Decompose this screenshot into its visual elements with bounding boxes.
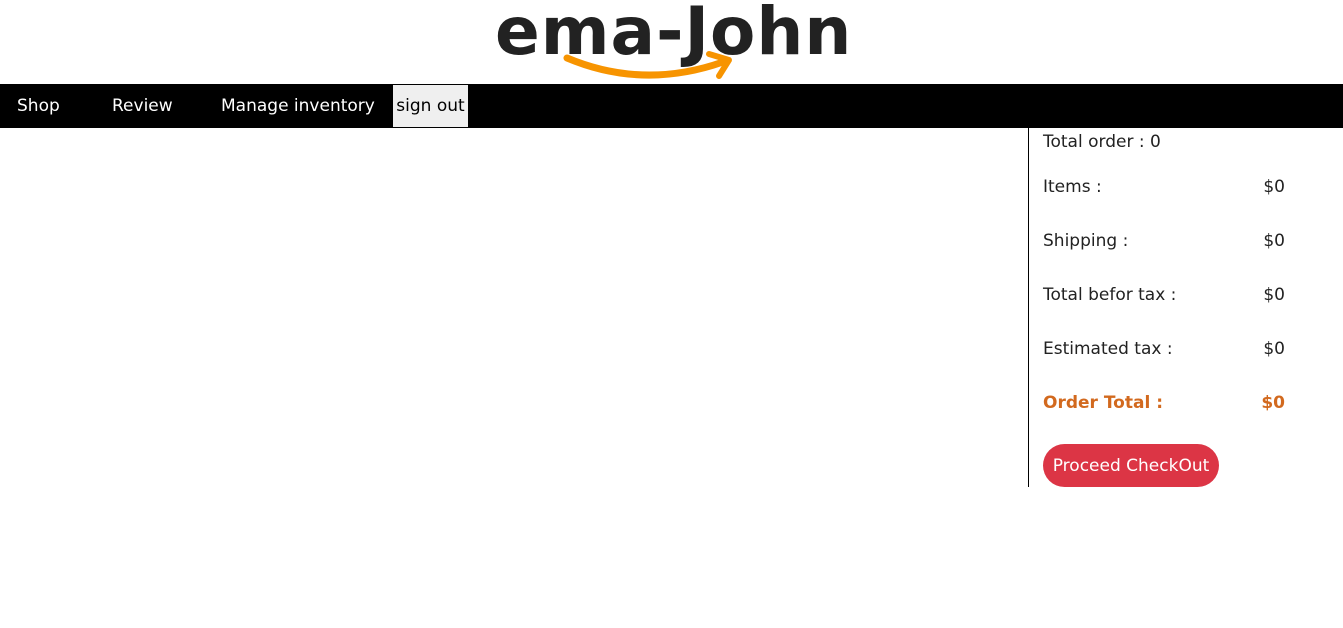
nav-shop-link[interactable]: Shop xyxy=(17,84,60,128)
cart-row-label: Estimated tax : xyxy=(1043,339,1173,359)
nav-review-link[interactable]: Review xyxy=(112,84,173,128)
cart-row-label: Items : xyxy=(1043,177,1102,197)
cart-row-label: Shipping : xyxy=(1043,231,1129,251)
proceed-checkout-button[interactable]: Proceed CheckOut xyxy=(1043,444,1219,487)
cart-row-value: $0 xyxy=(1263,177,1285,197)
cart-summary: Total order : 0 Items : $0 Shipping : $0… xyxy=(1028,128,1329,487)
amazon-smile-icon xyxy=(563,51,732,79)
total-order-count: Total order : 0 xyxy=(1043,132,1161,152)
nav-manage-inventory-link[interactable]: Manage inventory xyxy=(221,84,375,128)
cart-row-label: Total befor tax : xyxy=(1043,285,1177,305)
cart-row-value: $0 xyxy=(1263,339,1285,359)
order-total-label: Order Total : xyxy=(1043,393,1163,413)
ema-john-logo[interactable]: ema-John xyxy=(495,0,851,84)
sign-out-button[interactable]: sign out xyxy=(393,85,468,127)
cart-row-value: $0 xyxy=(1263,231,1285,251)
order-total-value: $0 xyxy=(1261,393,1285,413)
main-nav: Shop Review Manage inventory sign out xyxy=(0,84,1343,128)
cart-row-value: $0 xyxy=(1263,285,1285,305)
site-header: ema-John xyxy=(0,0,1343,84)
